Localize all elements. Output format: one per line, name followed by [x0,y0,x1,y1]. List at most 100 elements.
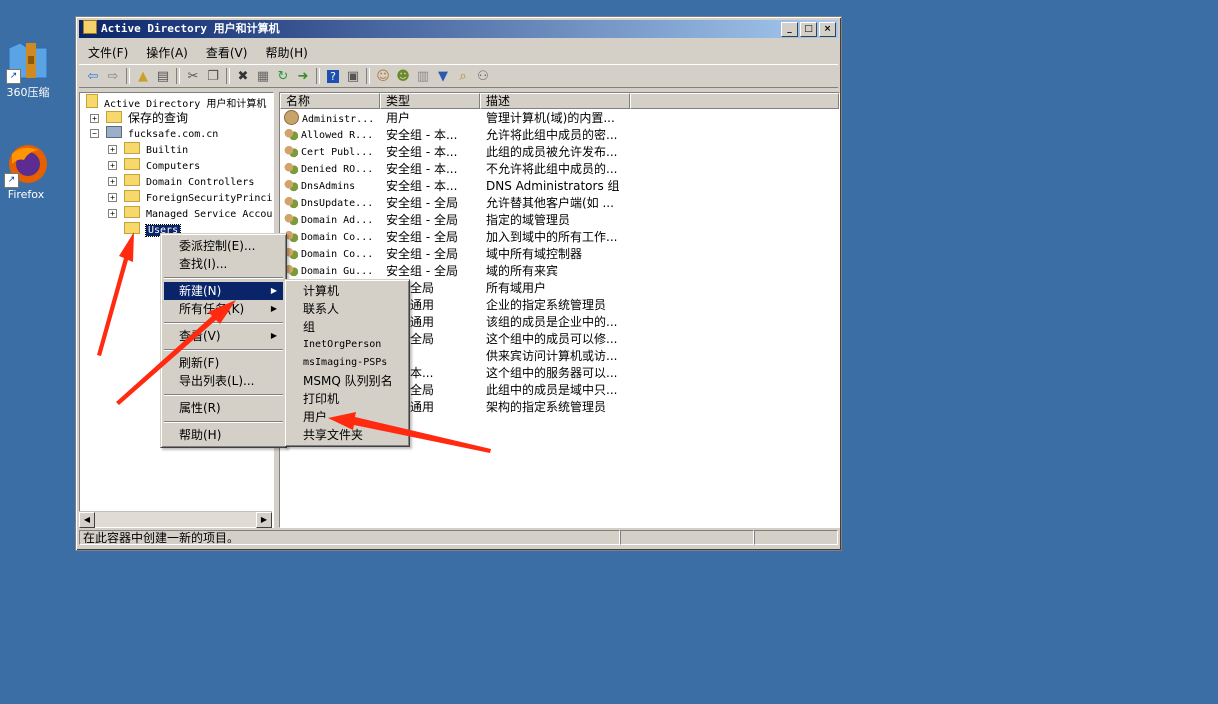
collapse-icon[interactable]: − [90,129,99,138]
expand-icon[interactable]: + [108,209,117,218]
menu-help[interactable]: 帮助(H) [256,41,316,61]
export-icon[interactable]: ➜ [293,67,313,85]
table-row[interactable]: Domain Gu... 安全组 - 全局 域的所有来宾 [280,263,839,280]
cell-description: 此组中的成员是域中只... [486,383,618,397]
filter-icon[interactable]: ▼ [433,67,453,85]
cut-icon[interactable]: ✂ [183,67,203,85]
tree-item-label: Domain Controllers [146,177,255,188]
submenu-item-user[interactable]: 用户 [288,408,406,426]
maximize-button[interactable]: □ [800,22,817,37]
submenu-item-msimaging[interactable]: msImaging-PSPs [288,354,406,372]
scroll-right-icon[interactable]: ▶ [256,512,272,528]
table-row[interactable]: Domain Co... 安全组 - 全局 域中所有域控制器 [280,246,839,263]
cell-name-text: DnsUpdate... [301,198,374,209]
cell-name: Administr... [284,110,376,128]
menu-item-help[interactable]: 帮助(H) [164,426,283,444]
table-row[interactable]: DnsUpdate... 安全组 - 全局 允许替其他客户端(如 ... [280,195,839,212]
expand-icon[interactable]: + [90,114,99,123]
delete-icon[interactable]: ✖ [233,67,253,85]
column-header-name[interactable]: 名称 [280,93,380,109]
submenu-item-msmq-alias[interactable]: MSMQ 队列别名 [288,372,406,390]
tree-item-foreign-security[interactable]: + ForeignSecurityPrincipals [108,190,273,206]
group-icon [284,145,298,158]
cell-description: 这个组中的服务器可以... [486,366,618,380]
show-tree-icon[interactable]: ▤ [153,67,173,85]
status-bar: 在此容器中创建一新的项目。 [79,530,838,547]
help-icon[interactable]: ? [323,67,343,85]
tree-item-computers[interactable]: + Computers [108,158,200,174]
add-to-group-icon[interactable]: ⚇ [473,67,493,85]
submenu-item-inetorgperson[interactable]: InetOrgPerson [288,336,406,354]
menu-item-find[interactable]: 查找(I)... [164,255,283,273]
menu-action[interactable]: 操作(A) [137,41,197,61]
new-user-icon[interactable]: ☺ [373,67,393,85]
cell-name: DnsAdmins [284,178,376,195]
menu-view[interactable]: 查看(V) [197,41,257,61]
submenu-arrow-icon: ▶ [270,331,277,340]
cell-description: 域中所有域控制器 [486,247,583,261]
expand-icon[interactable]: + [108,145,117,154]
table-row[interactable]: Administr... 用户 管理计算机(域)的内置... [280,110,839,127]
expand-icon[interactable]: + [108,161,117,170]
minimize-button[interactable]: _ [781,22,798,37]
tree-item-builtin[interactable]: + Builtin [108,142,188,158]
menu-item-view[interactable]: 查看(V) ▶ [164,327,283,345]
table-row[interactable]: Denied RO... 安全组 - 本... 不允许将此组中成员的... [280,161,839,178]
cell-description: 不允许将此组中成员的... [486,162,618,176]
copy-icon[interactable]: ❐ [203,67,223,85]
up-folder-icon[interactable]: ▲ [133,67,153,85]
properties-icon[interactable]: ▦ [253,67,273,85]
cell-name-text: Domain Co... [301,232,374,243]
table-row[interactable]: Allowed R... 安全组 - 本... 允许将此组中成员的密... [280,127,839,144]
tree-item-domain-controllers[interactable]: + Domain Controllers [108,174,254,190]
tree-horizontal-scrollbar[interactable]: ◀ ▶ [79,511,272,528]
submenu-item-group[interactable]: 组 [288,318,406,336]
cell-type: 安全组 - 本... [386,162,458,176]
cell-name-text: Denied RO... [301,164,374,175]
column-header-description[interactable]: 描述 [480,93,630,109]
cell-description: 此组的成员被允许发布... [486,145,618,159]
table-row[interactable]: Cert Publ... 安全组 - 本... 此组的成员被允许发布... [280,144,839,161]
tree-root-label: Active Directory 用户和计算机 [104,99,267,110]
cell-name-text: DnsAdmins [301,181,356,192]
scroll-left-icon[interactable]: ◀ [79,512,95,528]
expand-icon[interactable]: + [108,177,117,186]
desktop-icon-firefox[interactable]: ↗ Firefox [0,142,54,201]
desktop-icon-360zip[interactable]: ↗ 360压缩 [0,38,56,100]
find-icon[interactable]: ⌕ [453,67,473,85]
submenu-item-computer[interactable]: 计算机 [288,282,406,300]
menu-item-new[interactable]: 新建(N) ▶ [164,282,283,300]
column-header-type[interactable]: 类型 [380,93,480,109]
table-row[interactable]: Domain Co... 安全组 - 全局 加入到域中的所有工作... [280,229,839,246]
refresh-icon[interactable]: ↻ [273,67,293,85]
table-row[interactable]: DnsAdmins 安全组 - 本... DNS Administrators 组 [280,178,839,195]
tree-root[interactable]: Active Directory 用户和计算机 [86,94,266,110]
title-bar[interactable]: Active Directory 用户和计算机 _ □ × [79,20,838,38]
tree-item-label: Computers [146,161,201,172]
tree-item-domain[interactable]: − fucksafe.com.cn [90,126,218,142]
submenu-item-printer[interactable]: 打印机 [288,390,406,408]
menu-item-all-tasks[interactable]: 所有任务(K) ▶ [164,300,283,318]
menu-item-refresh[interactable]: 刷新(F) [164,354,283,372]
cell-type: 安全组 - 本... [386,145,458,159]
table-row[interactable]: Domain Ad... 安全组 - 全局 指定的域管理员 [280,212,839,229]
submenu-item-shared-folder[interactable]: 共享文件夹 [288,426,406,444]
console-icon[interactable]: ▣ [343,67,363,85]
new-ou-icon[interactable]: ▥ [413,67,433,85]
tree-item-managed-service[interactable]: + Managed Service Accounts [108,206,273,222]
tree-item-saved-queries[interactable]: + 保存的查询 [90,110,188,126]
cell-description: 指定的域管理员 [486,213,571,227]
new-group-icon[interactable]: ☻ [393,67,413,85]
cell-type: 安全组 - 全局 [386,264,458,278]
menu-item-properties[interactable]: 属性(R) [164,399,283,417]
menu-item-delegate-control[interactable]: 委派控制(E)... [164,237,283,255]
close-button[interactable]: × [819,22,836,37]
menu-file[interactable]: 文件(F) [79,41,137,61]
cell-description: 管理计算机(域)的内置... [486,111,615,125]
forward-icon[interactable]: ⇨ [103,67,123,85]
submenu-item-contact[interactable]: 联系人 [288,300,406,318]
expand-icon[interactable]: + [108,193,117,202]
back-icon[interactable]: ⇦ [83,67,103,85]
menu-item-export-list[interactable]: 导出列表(L)... [164,372,283,390]
firefox-icon: ↗ [4,142,48,188]
